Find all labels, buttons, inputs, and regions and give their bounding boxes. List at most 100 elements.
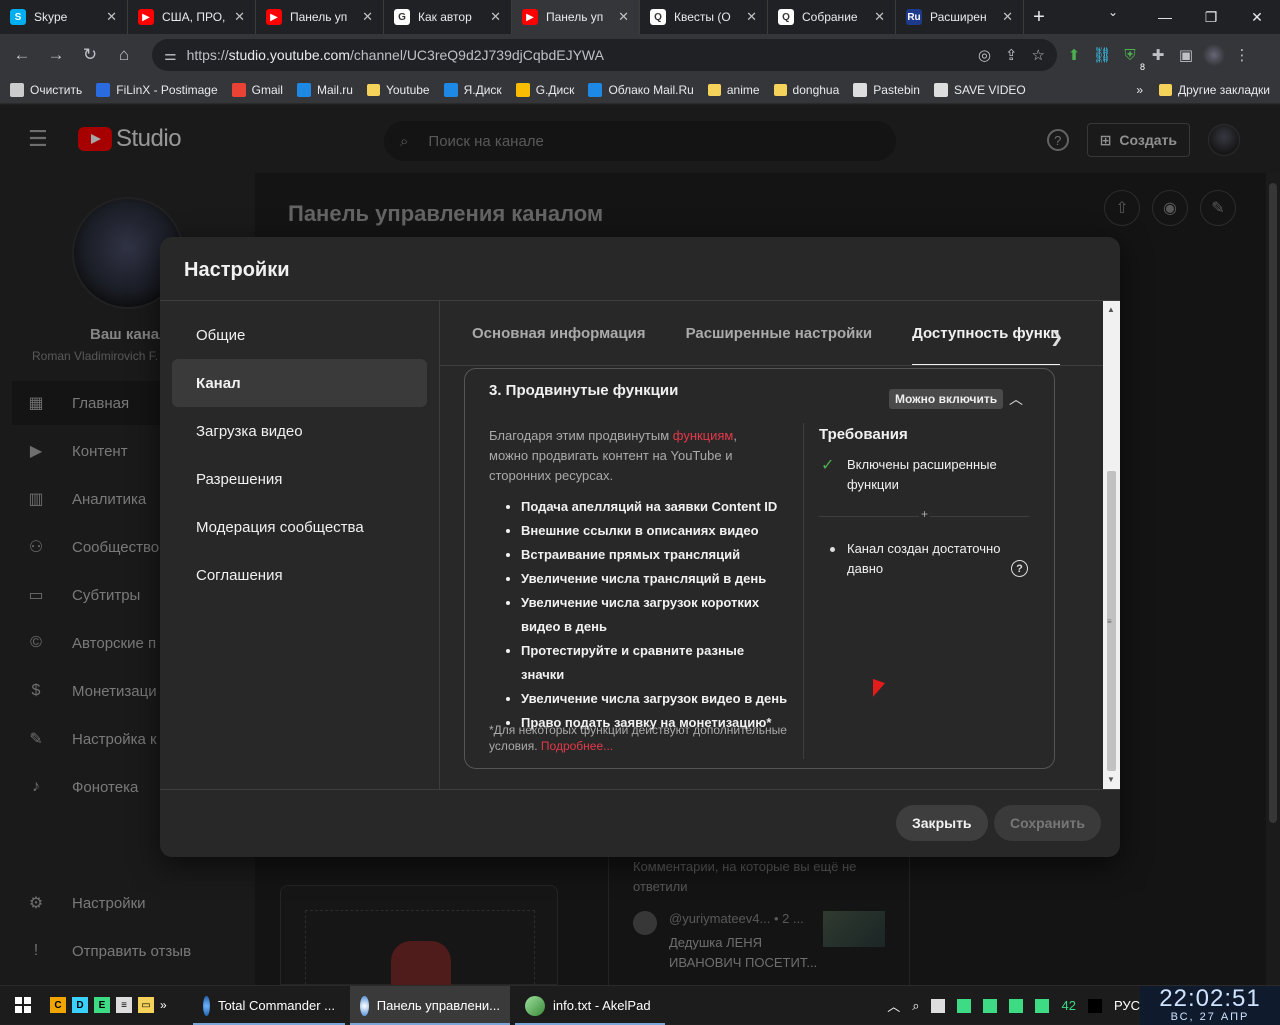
browser-tab[interactable]: ▶ Панель уп ✕ [256,0,384,34]
close-tab-icon[interactable]: ✕ [1002,9,1013,25]
dialog-nav-item[interactable]: Канал [172,359,427,407]
bookmark-cloud[interactable]: Облако Mail.Ru [588,82,694,97]
learn-more-link[interactable]: Подробнее... [541,739,613,753]
dialog-nav-item[interactable]: Модерация сообщества [172,503,427,551]
close-tab-icon[interactable]: ✕ [106,9,117,25]
address-bar[interactable]: ⚌ https://studio.youtube.com/channel/UC3… [152,39,1057,71]
start-button[interactable] [0,986,46,1025]
quest-icon: Q [778,9,794,25]
profile-avatar[interactable] [1203,44,1225,66]
language-indicator[interactable]: РУС [1114,998,1140,1013]
reload-icon[interactable]: ↻ [76,41,104,69]
feature-item: Увеличение числа трансляций в день [521,567,791,591]
taskbar-app[interactable]: Total Commander ... [193,986,345,1025]
close-tab-icon[interactable]: ✕ [618,9,629,25]
restore-button[interactable]: ❐ [1188,0,1234,34]
dialog-title: Настройки [184,259,290,281]
browser-tab[interactable]: G Как автор ✕ [384,0,512,34]
link-extension-icon[interactable]: ⛓ [1091,44,1113,66]
dialog-scrollbar[interactable]: ▲ ≡ ▼ [1103,301,1120,789]
browser-tab[interactable]: ▶ США, ПРО, ✕ [128,0,256,34]
tray-green-icon[interactable] [957,998,972,1013]
site-info-icon[interactable]: ⚌ [164,47,177,64]
bookmark-label: anime [726,82,760,97]
upload-arrow-extension-icon[interactable]: ⬆ [1063,44,1085,66]
clock[interactable]: 22:02:51 ВС, 27 АПР [1140,986,1280,1025]
bookmark-gmail[interactable]: Gmail [231,82,283,97]
bookmark-postimage[interactable]: FiLinX - Postimage [96,82,218,97]
paperclip-icon[interactable]: ⌕ [912,998,919,1014]
question-icon[interactable]: ? [1011,560,1028,577]
browser-tab[interactable]: Q Собрание ✕ [768,0,896,34]
settings-tab[interactable]: Расширенные настройки [686,301,873,365]
other-bookmarks-label: Другие закладки [1178,82,1270,97]
forward-arrow-icon[interactable]: → [42,41,70,69]
bookmark-gdrive[interactable]: G.Диск [515,82,574,97]
quick-launch-icon[interactable]: E [94,997,110,1013]
quick-launch-icon[interactable]: C [50,997,66,1013]
tray-green-icon[interactable] [983,998,998,1013]
feature-item: Встраивание прямых трансляций [521,543,791,567]
dialog-nav-item[interactable]: Общие [172,311,427,359]
bookmark-yadisk[interactable]: Я.Диск [443,82,502,97]
quick-launch-icon[interactable]: D [72,997,88,1013]
bookmark-star-icon[interactable]: ☆ [1032,46,1045,64]
bookmark-folder[interactable]: anime [707,82,760,97]
tray-counter[interactable]: 42 [1061,998,1075,1013]
quick-launch-more-icon[interactable]: » [160,998,167,1012]
quick-launch-icon[interactable]: ▭ [138,997,154,1013]
chevron-up-icon[interactable]: ︿ [1009,389,1023,409]
puzzle-extensions-icon[interactable]: ✚ [1147,44,1169,66]
dialog-nav-item[interactable]: Загрузка видео [172,407,427,455]
taskbar-app[interactable]: Панель управлени... [350,986,510,1025]
other-bookmarks-folder[interactable]: Другие закладки [1159,83,1270,97]
quick-launch-icon[interactable]: ≡ [116,997,132,1013]
windows-taskbar: C D E ≡ ▭ » ︿ ⌕ 42 РУС 22:02:51 ВС, 27 АПР To… [0,985,1280,1025]
tab-search-chevron-icon[interactable]: ⌄ [1108,5,1118,19]
close-tab-icon[interactable]: ✕ [362,9,373,25]
settings-tab[interactable]: Основная информация [472,301,646,365]
shield-extension-icon[interactable]: ⛨ 8 [1119,44,1145,73]
minimize-button[interactable]: — [1142,0,1188,34]
browser-tab[interactable]: ▶ Панель уп ✕ [512,0,640,34]
bookmarks-overflow-icon[interactable]: » [1136,83,1143,97]
bookmark-label: Pastebin [873,82,920,97]
bookmark-label: Youtube [385,82,430,97]
bookmark-folder[interactable]: donghua [773,83,839,97]
share-icon[interactable]: ⇪ [1005,46,1018,64]
feature-item: Внешние ссылки в описаниях видео [521,519,791,543]
close-tab-icon[interactable]: ✕ [490,9,501,25]
close-tab-icon[interactable]: ✕ [746,9,757,25]
back-arrow-icon[interactable]: ← [8,41,36,69]
bookmark-folder[interactable]: Youtube [366,82,430,97]
kebab-menu-icon[interactable]: ⋮ [1231,44,1253,66]
close-tab-icon[interactable]: ✕ [234,9,245,25]
tab-scroll-right-icon[interactable]: ❯ [1050,327,1063,347]
tray-dark-icon[interactable] [1087,998,1102,1013]
tray-green-icon[interactable] [1035,998,1050,1013]
tray-expand-icon[interactable]: ︿ [887,996,900,1015]
tray-app-icon[interactable] [931,998,946,1013]
browser-tab[interactable]: Ru Расширен ✕ [896,0,1024,34]
bookmark-pastebin[interactable]: Pastebin [853,82,920,97]
features-link[interactable]: функциям [673,428,734,443]
save-button[interactable]: Сохранить [994,805,1101,841]
dialog-nav-item[interactable]: Соглашения [172,551,427,599]
bookmark-gear[interactable]: Очистить [10,82,82,97]
close-tab-icon[interactable]: ✕ [874,9,885,25]
close-button[interactable]: Закрыть [896,805,988,841]
eye-slash-icon[interactable]: ◎ [978,46,991,64]
browser-tab[interactable]: Q Квесты (О ✕ [640,0,768,34]
tray-green-icon[interactable] [1009,998,1024,1013]
side-panel-icon[interactable]: ▣ [1175,44,1197,66]
dialog-nav-item[interactable]: Разрешения [172,455,427,503]
taskbar-app[interactable]: info.txt - AkelPad [515,986,665,1025]
close-window-button[interactable]: ✕ [1234,0,1280,34]
home-icon[interactable]: ⌂ [110,41,138,69]
new-tab-plus-icon[interactable]: + [1024,0,1054,34]
browser-tab[interactable]: S Skype ✕ [0,0,128,34]
bookmark-mailru[interactable]: Mail.ru [296,82,353,97]
tab-title: Панель уп [546,10,604,24]
bookmark-savevideo[interactable]: SAVE VIDEO [933,82,1026,97]
settings-tab[interactable]: Доступность функц [912,301,1061,365]
